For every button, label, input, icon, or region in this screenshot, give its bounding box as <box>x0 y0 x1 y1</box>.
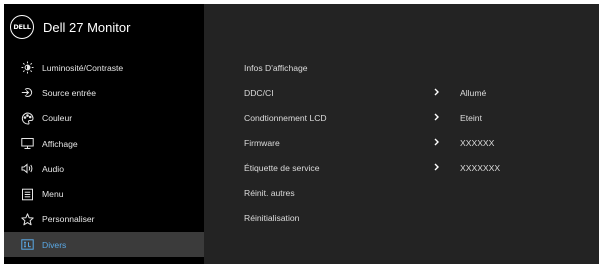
monitor-osd: DELL Dell 27 Monitor Luminosité/Contrast… <box>4 4 599 264</box>
setting-value: Eteint <box>460 112 482 123</box>
setting-row-ddc-ci[interactable]: DDC/CI Allumé <box>244 80 599 105</box>
sidebar-item-label: Menu <box>42 189 64 200</box>
setting-label: Firmware <box>244 137 280 148</box>
sidebar-item-display[interactable]: Affichage <box>4 131 204 156</box>
chevron-right-icon <box>432 86 442 98</box>
sidebar-item-label: Affichage <box>42 138 78 149</box>
speaker-icon <box>21 162 34 175</box>
sidebar-menu: Luminosité/Contraste Source entrée Coule… <box>4 55 204 258</box>
setting-row-other-reset[interactable]: Réinit. autres <box>244 180 599 205</box>
sidebar-item-label: Personnaliser <box>42 214 95 225</box>
sidebar-item-label: Audio <box>42 163 64 174</box>
display-icon <box>21 137 34 150</box>
dell-logo-text: DELL <box>13 23 31 31</box>
sidebar-item-others[interactable]: Divers <box>4 232 204 258</box>
setting-label: Étiquette de service <box>244 162 320 173</box>
chevron-right-icon <box>432 111 442 123</box>
setting-row-display-info[interactable]: Infos D'affichage <box>244 55 599 80</box>
sidebar-item-label: Couleur <box>42 113 73 124</box>
sidebar-item-color[interactable]: Couleur <box>4 106 204 131</box>
sidebar: DELL Dell 27 Monitor Luminosité/Contrast… <box>4 4 204 264</box>
sidebar-item-input-source[interactable]: Source entrée <box>4 80 204 105</box>
sidebar-item-audio[interactable]: Audio <box>4 156 204 181</box>
sidebar-item-label: Luminosité/Contraste <box>42 62 124 73</box>
sidebar-item-menu[interactable]: Menu <box>4 181 204 206</box>
menu-icon <box>21 188 34 201</box>
sidebar-item-brightness-contrast[interactable]: Luminosité/Contraste <box>4 55 204 80</box>
sidebar-item-label: Source entrée <box>42 87 96 98</box>
brightness-icon <box>21 61 34 74</box>
setting-label: Condtionnement LCD <box>244 112 327 123</box>
setting-row-service-tag[interactable]: Étiquette de service XXXXXXX <box>244 155 599 180</box>
content-panel: Infos D'affichage DDC/CI Allumé Condtion… <box>204 4 599 264</box>
osd-title: Dell 27 Monitor <box>43 19 131 35</box>
color-palette-icon <box>21 112 34 125</box>
others-icon <box>21 238 34 251</box>
setting-row-lcd-conditioning[interactable]: Condtionnement LCD Eteint <box>244 105 599 130</box>
dell-logo: DELL <box>10 15 34 39</box>
setting-row-factory-reset[interactable]: Réinitialisation <box>244 205 599 230</box>
setting-label: DDC/CI <box>244 87 274 98</box>
setting-value: Allumé <box>460 87 487 98</box>
sidebar-item-label: Divers <box>42 239 67 250</box>
setting-label: Réinitialisation <box>244 212 300 223</box>
star-icon <box>21 213 34 226</box>
input-source-icon <box>21 86 34 99</box>
setting-value: XXXXXX <box>460 137 495 148</box>
chevron-right-icon <box>432 161 442 173</box>
osd-header: DELL Dell 27 Monitor <box>4 4 204 50</box>
setting-row-firmware[interactable]: Firmware XXXXXX <box>244 130 599 155</box>
setting-label: Réinit. autres <box>244 187 295 198</box>
setting-label: Infos D'affichage <box>244 62 308 73</box>
sidebar-item-personalize[interactable]: Personnaliser <box>4 207 204 232</box>
setting-value: XXXXXXX <box>460 162 501 173</box>
chevron-right-icon <box>432 136 442 148</box>
